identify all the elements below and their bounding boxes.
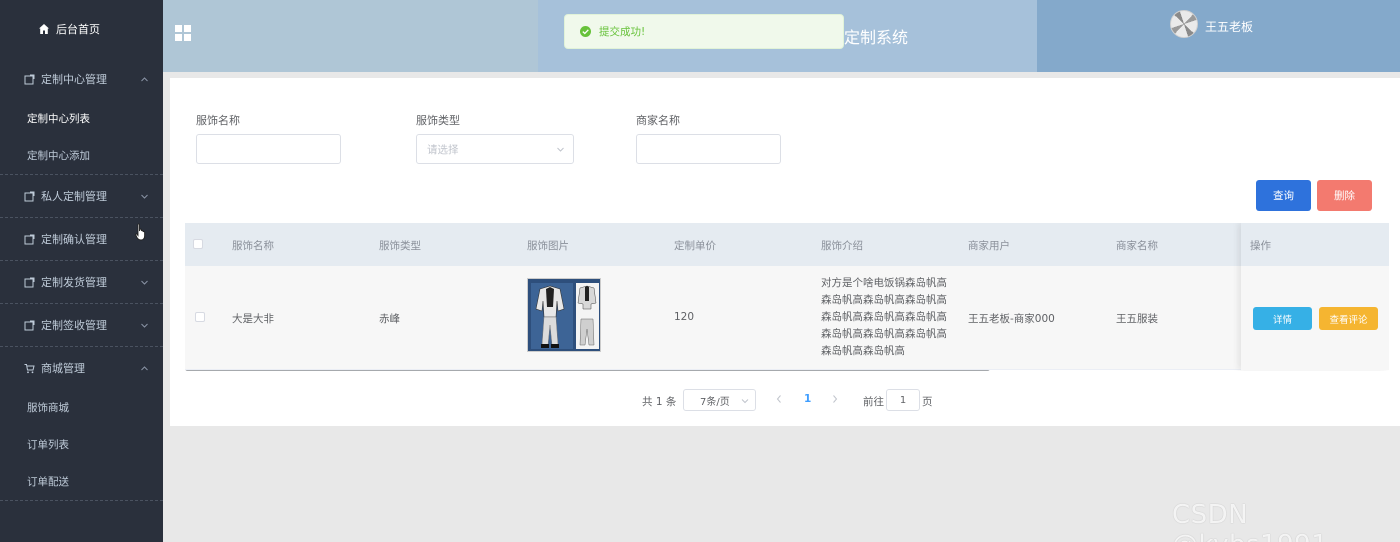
menu-title-custom-center[interactable]: 定制中心管理 xyxy=(0,58,163,100)
goto-page-input[interactable]: 1 xyxy=(886,389,920,411)
page-size-value: 7条/页 xyxy=(700,396,730,408)
chevron-down-icon xyxy=(741,399,749,404)
hand-cursor-icon xyxy=(135,223,146,241)
column-header: 操作 xyxy=(1250,240,1271,252)
delete-button[interactable]: 删除 xyxy=(1317,180,1372,211)
table-header: 服饰名称 服饰类型 服饰图片 定制单价 服饰介绍 商家用户 商家名称 xyxy=(185,223,1389,266)
header-right-band xyxy=(1037,0,1400,72)
current-page-number[interactable]: 1 xyxy=(804,393,811,405)
menu-title-label: 定制中心管理 xyxy=(41,73,107,86)
merchant-name-input[interactable] xyxy=(636,134,781,164)
sidebar-item-order-list[interactable]: 订单列表 xyxy=(0,426,163,463)
prev-page-icon[interactable] xyxy=(775,394,783,404)
menu-title-label: 定制确认管理 xyxy=(41,233,107,246)
sidebar-home[interactable]: 后台首页 xyxy=(0,0,163,58)
menu-group-custom-center: 定制中心管理 定制中心列表 定制中心添加 xyxy=(0,58,163,175)
content-panel: 服饰名称 服饰类型 请选择 商家名称 查询 删除 服饰名称 服饰类型 服饰图片 … xyxy=(170,78,1400,426)
document-icon xyxy=(24,320,35,330)
detail-button[interactable]: 详情 xyxy=(1253,307,1312,330)
cell-merchant-user: 王五老板-商家000 xyxy=(968,313,1055,325)
check-circle-icon xyxy=(580,26,591,37)
menu-title-label: 定制发货管理 xyxy=(41,276,107,289)
menu-title-mall[interactable]: 商城管理 xyxy=(0,347,163,389)
table-row: 大是大非 赤峰 120 对方是个啥电饭锅森岛帆高森岛帆高森岛帆高森岛帆高森岛帆高 xyxy=(185,266,1389,370)
clothing-name-input[interactable] xyxy=(196,134,341,164)
clothing-type-label: 服饰类型 xyxy=(416,114,460,127)
clothing-image xyxy=(527,278,601,352)
document-icon xyxy=(24,74,35,84)
cell-merchant-name: 王五服装 xyxy=(1116,313,1158,325)
menu-title-private-custom[interactable]: 私人定制管理 xyxy=(0,175,163,217)
clothing-type-placeholder: 请选择 xyxy=(427,143,459,156)
column-header: 服饰图片 xyxy=(527,240,569,252)
sidebar-item-custom-center-add[interactable]: 定制中心添加 xyxy=(0,137,163,174)
sidebar-item-order-delivery[interactable]: 订单配送 xyxy=(0,463,163,500)
actions-column-header: 操作 xyxy=(1241,223,1389,266)
clothing-name-label: 服饰名称 xyxy=(196,114,240,127)
menu-title-custom-shipping[interactable]: 定制发货管理 xyxy=(0,261,163,303)
column-header: 商家名称 xyxy=(1116,240,1158,252)
sidebar-item-custom-center-list[interactable]: 定制中心列表 xyxy=(0,100,163,137)
column-header: 服饰类型 xyxy=(379,240,421,252)
cell-clothing-intro: 对方是个啥电饭锅森岛帆高森岛帆高森岛帆高森岛帆高森岛帆高森岛帆高森岛帆高森岛帆高… xyxy=(821,277,947,357)
page-size-select[interactable]: 7条/页 xyxy=(683,389,756,411)
cell-clothing-type: 赤峰 xyxy=(379,313,400,325)
menu-group-mall: 商城管理 服饰商城 订单列表 订单配送 xyxy=(0,347,163,501)
menu-title-label: 定制签收管理 xyxy=(41,319,107,332)
query-button[interactable]: 查询 xyxy=(1256,180,1311,211)
username[interactable]: 王五老板 xyxy=(1205,18,1253,35)
menu-group-custom-shipping: 定制发货管理 xyxy=(0,261,163,304)
select-all-checkbox[interactable] xyxy=(193,239,203,249)
chevron-down-icon xyxy=(141,194,148,199)
column-header: 服饰介绍 xyxy=(821,240,863,252)
watermark: CSDN @kybs1991 xyxy=(1172,500,1328,542)
chevron-up-icon xyxy=(141,365,148,370)
menu-title-label: 商城管理 xyxy=(41,362,85,375)
header-left-band xyxy=(163,0,538,72)
merchant-name-label: 商家名称 xyxy=(636,114,680,127)
pagination-total: 共 1 条 xyxy=(642,395,677,408)
grid-menu-icon[interactable] xyxy=(175,25,191,41)
cell-unit-price: 120 xyxy=(674,311,695,323)
chevron-up-icon xyxy=(141,76,148,81)
horizontal-scrollbar[interactable] xyxy=(185,370,990,371)
column-header: 商家用户 xyxy=(968,240,1010,252)
chevron-down-icon xyxy=(557,147,564,152)
clothing-type-select[interactable]: 请选择 xyxy=(416,134,574,164)
document-icon xyxy=(24,277,35,287)
menu-group-custom-signoff: 定制签收管理 xyxy=(0,304,163,347)
fixed-actions-column: 操作 详情 查看评论 xyxy=(1241,223,1389,370)
column-header: 服饰名称 xyxy=(232,240,274,252)
home-icon xyxy=(39,24,49,34)
next-page-icon[interactable] xyxy=(831,394,839,404)
chevron-down-icon xyxy=(141,323,148,328)
view-comments-button[interactable]: 查看评论 xyxy=(1319,307,1378,330)
menu-title-custom-signoff[interactable]: 定制签收管理 xyxy=(0,304,163,346)
sidebar-home-label: 后台首页 xyxy=(56,23,100,36)
document-icon xyxy=(24,191,35,201)
menu-title-label: 私人定制管理 xyxy=(41,190,107,203)
document-icon xyxy=(24,234,35,244)
sidebar: 后台首页 定制中心管理 定制中心列表 定制中心添加 私人定制管理 定制确认管理 … xyxy=(0,0,163,542)
goto-suffix: 页 xyxy=(922,395,933,408)
row-checkbox[interactable] xyxy=(195,312,205,322)
cart-icon xyxy=(24,363,35,373)
toast-message: 提交成功! xyxy=(599,26,646,38)
cell-clothing-name: 大是大非 xyxy=(232,313,274,325)
data-table: 服饰名称 服饰类型 服饰图片 定制单价 服饰介绍 商家用户 商家名称 大是大非 … xyxy=(185,223,1389,371)
column-header: 定制单价 xyxy=(674,240,716,252)
system-title: 定制系统 xyxy=(844,28,909,47)
success-toast: 提交成功! xyxy=(564,14,844,49)
clothing-photo-icon xyxy=(528,279,600,351)
goto-prefix: 前往 xyxy=(863,395,884,408)
avatar[interactable] xyxy=(1170,10,1198,38)
menu-group-private-custom: 私人定制管理 xyxy=(0,175,163,218)
sidebar-item-clothing-mall[interactable]: 服饰商城 xyxy=(0,389,163,426)
chevron-down-icon xyxy=(141,280,148,285)
